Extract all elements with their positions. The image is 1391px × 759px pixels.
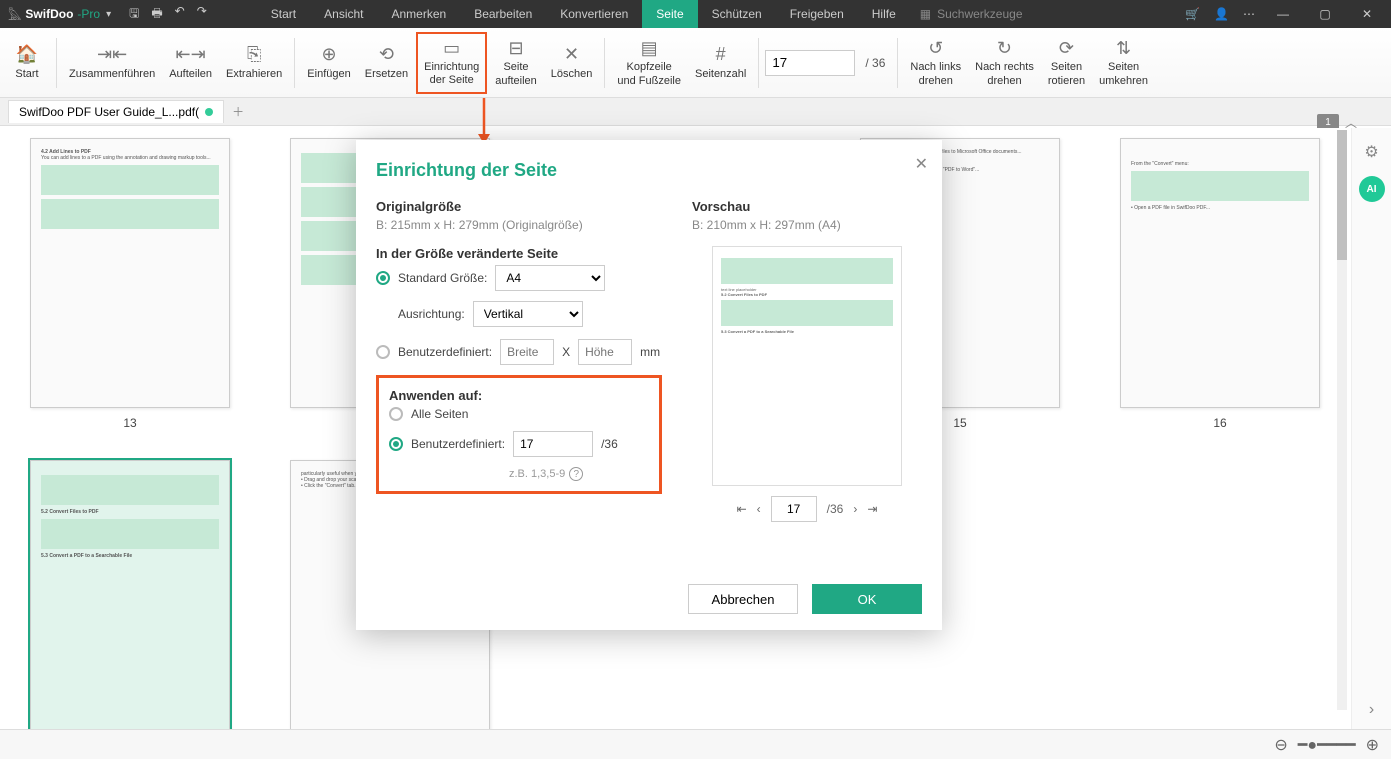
all-pages-radio[interactable] bbox=[389, 407, 403, 421]
settings-icon[interactable]: ⚙ bbox=[1364, 142, 1378, 162]
standard-size-select[interactable]: A4 bbox=[495, 265, 605, 291]
help-icon[interactable]: ? bbox=[569, 467, 583, 481]
menu-bearbeiten[interactable]: Bearbeiten bbox=[460, 0, 546, 28]
custom-size-label: Benutzerdefiniert: bbox=[398, 345, 492, 359]
menu-schuetzen[interactable]: Schützen bbox=[698, 0, 776, 28]
menu-start[interactable]: Start bbox=[257, 0, 310, 28]
ai-button[interactable]: AI bbox=[1359, 176, 1385, 202]
orientation-label: Ausrichtung: bbox=[398, 307, 465, 321]
cancel-button[interactable]: Abbrechen bbox=[688, 584, 798, 614]
page-thumb-13[interactable]: 4.2 Add Lines to PDFYou can add lines to… bbox=[30, 138, 230, 430]
page-setup-button[interactable]: ▭Einrichtungder Seite bbox=[416, 32, 487, 94]
prev-page-icon[interactable]: ‹ bbox=[757, 502, 761, 516]
custom-pages-input[interactable] bbox=[513, 431, 593, 457]
app-logo: 𓅓 SwifDoo-Pro ▾ bbox=[0, 4, 119, 24]
extract-button[interactable]: ⎘Extrahieren bbox=[220, 40, 288, 85]
print-icon[interactable]: 🖶 bbox=[151, 4, 162, 25]
close-button[interactable]: ✕ bbox=[1353, 0, 1381, 28]
next-page-icon[interactable]: › bbox=[853, 502, 857, 516]
resized-page-heading: In der Größe veränderte Seite bbox=[376, 246, 662, 261]
orientation-select[interactable]: Vertikal bbox=[473, 301, 583, 327]
statusbar: ⊖ ━●━━━━ ⊕ bbox=[0, 729, 1391, 759]
ok-button[interactable]: OK bbox=[812, 584, 922, 614]
start-button[interactable]: 🏠Start bbox=[4, 40, 50, 85]
page-setup-dialog: ✕ Einrichtung der Seite Originalgröße B:… bbox=[356, 140, 942, 630]
custom-size-radio[interactable] bbox=[376, 345, 390, 359]
zoom-slider[interactable]: ━●━━━━ bbox=[1298, 735, 1356, 755]
delete-button[interactable]: ✕Löschen bbox=[545, 40, 599, 85]
split-page-button[interactable]: ⊟Seiteaufteilen bbox=[489, 33, 543, 91]
preview-size: B: 210mm x H: 297mm (A4) bbox=[692, 218, 922, 232]
vertical-scrollbar[interactable] bbox=[1337, 130, 1347, 710]
document-tab[interactable]: SwifDoo PDF User Guide_L...pdf( bbox=[8, 100, 224, 123]
document-tabs: SwifDoo PDF User Guide_L...pdf( ＋ bbox=[0, 98, 1391, 126]
standard-size-radio[interactable] bbox=[376, 271, 390, 285]
search-tools[interactable]: ▦ Suchwerkzeuge bbox=[920, 7, 1023, 21]
bird-icon: 𓅓 bbox=[8, 4, 21, 24]
page-total: / 36 bbox=[865, 56, 885, 70]
total-pages-label: /36 bbox=[601, 437, 618, 451]
rotate-right-button[interactable]: ↻Nach rechtsdrehen bbox=[969, 33, 1040, 91]
rotate-left-button[interactable]: ↺Nach linksdrehen bbox=[904, 33, 967, 91]
cart-icon[interactable]: 🛒 bbox=[1185, 7, 1200, 21]
merge-button[interactable]: ⇥⇤Zusammenführen bbox=[63, 40, 161, 85]
menu-konvertieren[interactable]: Konvertieren bbox=[546, 0, 642, 28]
ribbon: 🏠Start ⇥⇤Zusammenführen ⇤⇥Aufteilen ⎘Ext… bbox=[0, 28, 1391, 98]
titlebar: 𓅓 SwifDoo-Pro ▾ 🖫 🖶 ↶ ↷ Start Ansicht An… bbox=[0, 0, 1391, 28]
page-thumb-17[interactable]: 5.2 Convert Files to PDF5.3 Convert a PD… bbox=[30, 460, 230, 729]
menu-anmerken[interactable]: Anmerken bbox=[378, 0, 461, 28]
pages-hint: z.B. 1,3,5-9 ? bbox=[509, 467, 649, 481]
maximize-button[interactable]: ▢ bbox=[1311, 0, 1339, 28]
zoom-out-icon[interactable]: ⊖ bbox=[1274, 735, 1287, 755]
page-thumb-16[interactable]: From the "Convert" menu:• Open a PDF fil… bbox=[1120, 138, 1320, 430]
apply-to-section: Anwenden auf: Alle Seiten Benutzerdefini… bbox=[376, 375, 662, 494]
all-pages-label: Alle Seiten bbox=[411, 407, 468, 421]
custom-pages-label: Benutzerdefiniert: bbox=[411, 437, 505, 451]
preview-page-input[interactable] bbox=[771, 496, 817, 522]
replace-button[interactable]: ⟲Ersetzen bbox=[359, 40, 414, 85]
apply-to-heading: Anwenden auf: bbox=[389, 388, 649, 403]
menu-ansicht[interactable]: Ansicht bbox=[310, 0, 377, 28]
right-sidebar: ⚙ AI › bbox=[1351, 128, 1391, 729]
split-button[interactable]: ⇤⇥Aufteilen bbox=[163, 40, 218, 85]
header-footer-button[interactable]: ▤Kopfzeileund Fußzeile bbox=[611, 33, 687, 91]
minimize-button[interactable]: — bbox=[1269, 0, 1297, 28]
user-icon[interactable]: 👤 bbox=[1214, 7, 1229, 21]
standard-size-label: Standard Größe: bbox=[398, 271, 487, 285]
zoom-in-icon[interactable]: ⊕ bbox=[1366, 735, 1379, 755]
grid-icon: ▦ bbox=[920, 7, 931, 21]
reverse-pages-button[interactable]: ⇅Seitenumkehren bbox=[1093, 33, 1154, 91]
custom-pages-radio[interactable] bbox=[389, 437, 403, 451]
preview-thumbnail: text line placeholder5.2 Convert Files t… bbox=[712, 246, 902, 486]
more-icon[interactable]: ⋯ bbox=[1243, 7, 1255, 21]
insert-button[interactable]: ⊕Einfügen bbox=[301, 40, 356, 85]
preview-heading: Vorschau bbox=[692, 199, 922, 214]
original-size-value: B: 215mm x H: 279mm (Originalgröße) bbox=[376, 218, 662, 232]
close-icon[interactable]: ✕ bbox=[915, 154, 928, 174]
page-input[interactable] bbox=[765, 50, 855, 76]
chevron-down-icon[interactable]: ▾ bbox=[106, 9, 111, 20]
add-tab-button[interactable]: ＋ bbox=[232, 103, 244, 120]
dialog-title: Einrichtung der Seite bbox=[376, 160, 922, 181]
menu-hilfe[interactable]: Hilfe bbox=[858, 0, 910, 28]
chevron-right-icon[interactable]: › bbox=[1369, 701, 1374, 719]
redo-icon[interactable]: ↷ bbox=[197, 4, 207, 25]
last-page-icon[interactable]: ⇥ bbox=[867, 502, 877, 516]
undo-icon[interactable]: ↶ bbox=[175, 4, 185, 25]
preview-page-total: /36 bbox=[827, 502, 844, 516]
height-input[interactable] bbox=[578, 339, 632, 365]
modified-dot-icon bbox=[205, 108, 213, 116]
save-icon[interactable]: 🖫 bbox=[129, 4, 139, 25]
menu-seite[interactable]: Seite bbox=[642, 0, 697, 28]
menu-freigeben[interactable]: Freigeben bbox=[776, 0, 858, 28]
page-number-button[interactable]: #Seitenzahl bbox=[689, 40, 752, 85]
rotate-pages-button[interactable]: ⟳Seitenrotieren bbox=[1042, 33, 1091, 91]
original-size-heading: Originalgröße bbox=[376, 199, 662, 214]
first-page-icon[interactable]: ⇤ bbox=[737, 502, 747, 516]
width-input[interactable] bbox=[500, 339, 554, 365]
